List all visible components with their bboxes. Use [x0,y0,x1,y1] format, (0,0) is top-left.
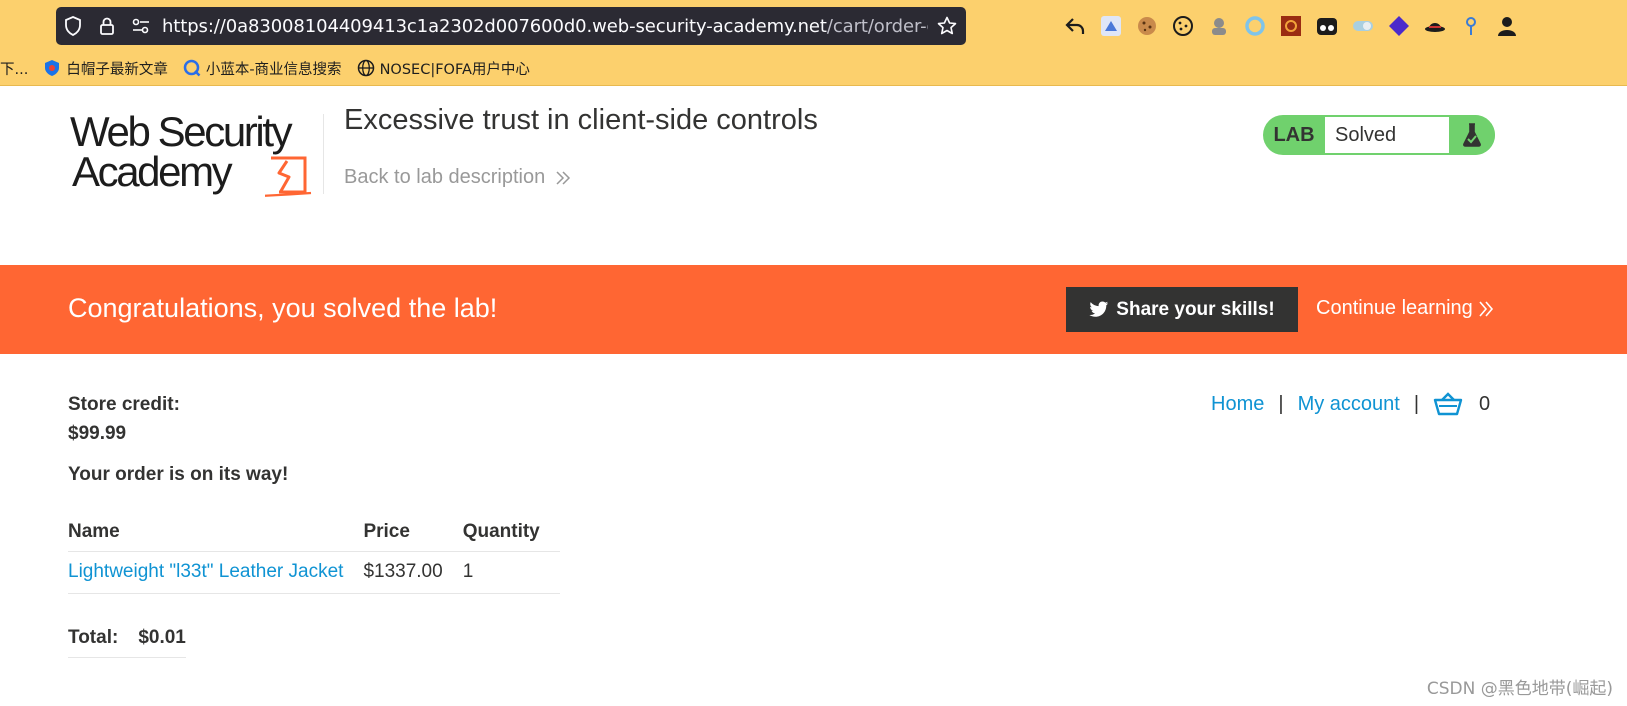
extensions-bar [1064,11,1518,41]
ring-extension-icon[interactable] [1244,15,1266,37]
bookmark-label: 白帽子最新文章 [66,61,168,78]
bookmark-label: NOSEC|FOFA用户中心 [379,61,530,78]
top-nav: Home | My account | 0 [1211,392,1490,416]
table-row: Lightweight "l33t" Leather Jacket $1337.… [68,551,560,594]
nav-separator: | [1413,392,1420,415]
share-skills-button[interactable]: Share your skills! [1066,287,1298,332]
bookmark-star-icon[interactable] [928,7,966,45]
browser-toolbar: https://0a83008104409413c1a2302d007600d0… [0,0,1627,86]
cart-link[interactable]: 0 [1433,392,1490,416]
back-arrow-icon[interactable] [1064,15,1086,37]
lab-tag: LAB [1273,123,1315,146]
product-quantity: 1 [462,551,560,594]
shield-bookmark-icon [43,59,61,77]
user-extension-icon[interactable] [1496,15,1518,37]
shield-icon[interactable] [56,7,90,45]
cart-count: 0 [1479,392,1491,415]
store-credit-value: $99.99 [68,423,127,444]
diamond-extension-icon[interactable] [1388,15,1410,37]
cookie-editor-icon[interactable] [1136,15,1158,37]
logo-line-1: Web Security [70,108,293,155]
product-name-cell: Lightweight "l33t" Leather Jacket [68,551,364,594]
order-total: Total: $0.01 [68,627,186,658]
lab-status-label: Solved [1325,117,1449,153]
pin-extension-icon[interactable] [1460,15,1482,37]
banner-title: Congratulations, you solved the lab! [68,293,498,323]
cookie-icon[interactable] [1172,15,1194,37]
logo-bolt-icon [265,156,312,197]
product-link[interactable]: Lightweight "l33t" Leather Jacket [68,561,343,582]
column-header-name: Name [68,519,364,552]
twitter-icon [1089,301,1109,317]
header-divider [323,114,324,194]
bookmark-label: 下... [0,61,29,78]
share-button-label: Share your skills! [1116,298,1275,320]
bird-extension-icon[interactable] [1100,15,1122,37]
total-value: $0.01 [138,627,186,648]
bookmark-item[interactable]: 小蓝本-商业信息搜索 [183,58,342,79]
spy-extension-icon[interactable] [1208,15,1230,37]
double-chevron-right-icon [556,170,571,185]
back-link-label: Back to lab description [344,166,546,188]
order-table: Name Price Quantity Lightweight "l33t" L… [68,519,560,594]
toggle-extension-icon[interactable] [1352,15,1374,37]
globe-bookmark-icon [357,59,375,77]
flask-icon [1449,115,1495,155]
table-header-row: Name Price Quantity [68,519,560,552]
gear-extension-icon[interactable] [1280,15,1302,37]
solved-banner: Congratulations, you solved the lab! Sha… [0,265,1627,354]
nav-home-link[interactable]: Home [1211,393,1264,416]
bookmarks-bar: 下... 白帽子最新文章 小蓝本-商业信息搜索 NOSEC|FOFA用户中心 [0,53,545,83]
lock-icon[interactable] [90,7,124,45]
address-bar[interactable]: https://0a83008104409413c1a2302d007600d0… [56,7,966,45]
url-text[interactable]: https://0a83008104409413c1a2302d007600d0… [158,16,928,37]
web-security-academy-logo[interactable]: Web Security Academy [70,108,320,202]
back-to-lab-link[interactable]: Back to lab description [344,166,571,189]
column-header-quantity: Quantity [462,519,560,552]
basket-icon [1433,392,1463,416]
continue-learning-label: Continue learning [1316,297,1473,319]
order-confirmation-message: Your order is on its way! [68,464,289,485]
bookmark-item[interactable]: 下... [0,58,28,79]
lab-status-widget: LAB Solved [1263,115,1495,155]
nav-my-account-link[interactable]: My account [1298,393,1400,416]
glasses-extension-icon[interactable] [1316,15,1338,37]
product-price: $1337.00 [363,551,463,594]
q-bookmark-icon [183,59,201,77]
column-header-price: Price [363,519,463,552]
csdn-watermark: CSDN @黑色地带(崛起) [1426,679,1613,699]
bookmark-item[interactable]: NOSEC|FOFA用户中心 [357,58,530,79]
bookmark-item[interactable]: 白帽子最新文章 [43,58,168,79]
total-label: Total: [68,627,119,648]
lab-title: Excessive trust in client-side controls [344,104,818,136]
nav-separator: | [1278,392,1284,415]
permissions-icon[interactable] [124,7,158,45]
hat-extension-icon[interactable] [1424,15,1446,37]
logo-line-2: Academy [72,148,233,195]
continue-learning-link[interactable]: Continue learning [1316,297,1494,320]
store-credit-label: Store credit: [68,394,180,415]
double-chevron-right-icon [1479,300,1493,317]
bookmark-label: 小蓝本-商业信息搜索 [205,61,342,78]
